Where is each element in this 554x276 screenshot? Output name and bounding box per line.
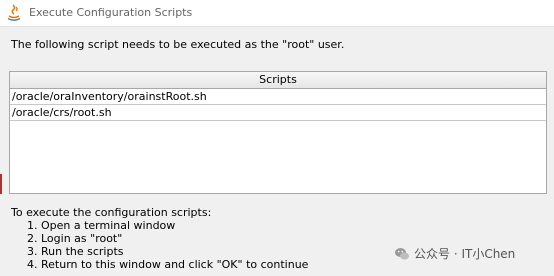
watermark-text: 公众号 · IT小Chen	[414, 247, 516, 261]
script-row[interactable]: /oracle/oraInventory/orainstRoot.sh	[10, 89, 546, 105]
java-icon	[6, 4, 22, 22]
footer-instructions: To execute the configuration scripts: 1.…	[11, 206, 308, 271]
instruction-text: The following script needs to be execute…	[11, 38, 345, 51]
script-row[interactable]: /oracle/crs/root.sh	[10, 105, 546, 121]
footer-heading: To execute the configuration scripts:	[11, 206, 212, 219]
footer-step: 1. Open a terminal window	[27, 219, 176, 232]
scripts-table: Scripts /oracle/oraInventory/orainstRoot…	[9, 71, 547, 194]
watermark: 公众号 · IT小Chen	[394, 245, 515, 262]
left-edge-marker	[0, 174, 2, 194]
scripts-column-header[interactable]: Scripts	[10, 72, 546, 89]
footer-step: 2. Login as "root"	[27, 232, 123, 245]
footer-step: 4. Return to this window and click "OK" …	[27, 258, 309, 271]
window-title: Execute Configuration Scripts	[29, 6, 193, 19]
footer-step: 3. Run the scripts	[27, 245, 124, 258]
title-bar: Execute Configuration Scripts	[0, 0, 554, 27]
wechat-icon	[394, 246, 410, 262]
